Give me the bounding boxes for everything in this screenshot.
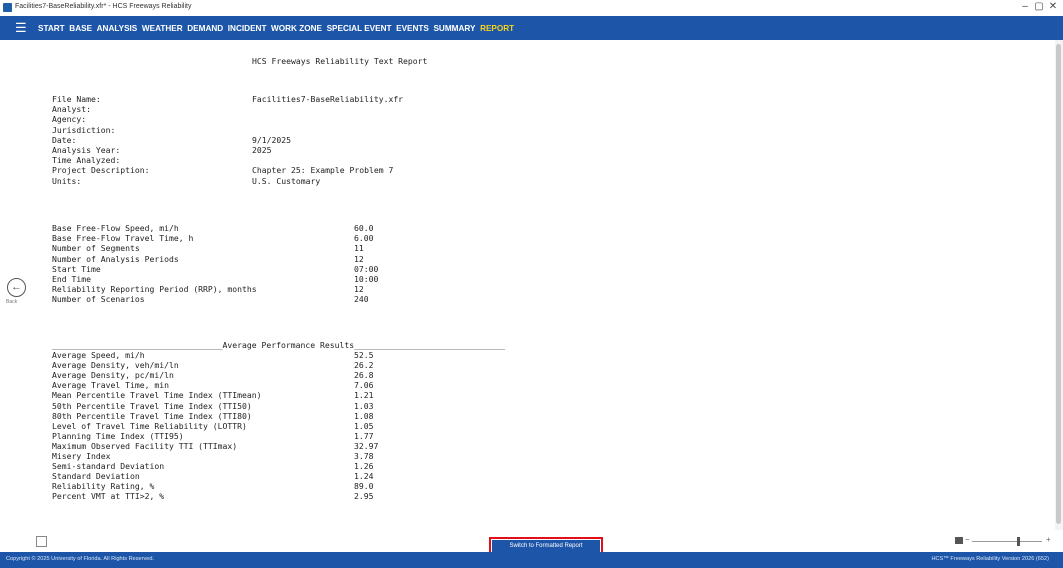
result-label: Reliability Rating, %: [52, 481, 155, 492]
menu-analysis[interactable]: ANALYSIS: [97, 24, 138, 33]
param-value: 60.0: [354, 223, 374, 233]
menu-base[interactable]: BASE: [69, 24, 92, 33]
result-label: Average Density, veh/mi/ln: [52, 360, 179, 371]
version-text: HCS™ Freeways Reliability Version 2026 (…: [931, 556, 1049, 562]
menu-items: START BASE ANALYSIS WEATHER DEMAND INCID…: [38, 16, 519, 40]
param-value: 12: [354, 284, 364, 295]
menu-work-zone[interactable]: WORK ZONE: [271, 24, 322, 33]
zoom-out-icon[interactable]: −: [965, 535, 970, 544]
result-value: 1.03: [354, 400, 374, 411]
copyright-text: Copyright © 2025 University of Florida. …: [6, 556, 155, 562]
result-label: Semi-standard Deviation: [52, 461, 165, 472]
zoom-slider[interactable]: [972, 541, 1042, 542]
result-value: 1.26: [354, 461, 374, 472]
scrollbar-thumb[interactable]: [1056, 44, 1061, 524]
menu-special-event[interactable]: SPECIAL EVENT: [327, 24, 392, 33]
param-label: Number of Segments: [52, 243, 140, 254]
app-icon: [3, 3, 12, 12]
result-value: 1.21: [354, 390, 374, 401]
menu-weather[interactable]: WEATHER: [142, 24, 183, 33]
maximize-button[interactable]: ▢: [1032, 1, 1046, 12]
result-label: Average Travel Time, min: [52, 380, 169, 391]
report-title: HCS Freeways Reliability Text Report: [252, 56, 428, 66]
info-label: Agency:: [52, 114, 87, 125]
back-label: Back: [6, 299, 18, 305]
result-value: 1.05: [354, 420, 374, 431]
param-label: End Time: [52, 274, 91, 284]
menu-summary[interactable]: SUMMARY: [433, 24, 475, 33]
menu-report[interactable]: REPORT: [480, 24, 514, 33]
result-label: Percent VMT at TTI>2, %: [52, 491, 165, 502]
result-label: Maximum Observed Facility TTI (TTImax): [52, 440, 238, 451]
menu-incident[interactable]: INCIDENT: [228, 24, 267, 33]
result-label: 50th Percentile Travel Time Index (TTI50…: [52, 400, 252, 411]
vertical-scrollbar[interactable]: [1055, 40, 1063, 530]
back-arrow-icon[interactable]: ←: [7, 278, 26, 297]
zoom-slider-handle[interactable]: [1017, 537, 1020, 546]
title-bar: Facilities7-BaseReliability.xfr* - HCS F…: [0, 0, 1063, 16]
result-label: Planning Time Index (TTI95): [52, 430, 184, 441]
param-value: 12: [354, 253, 364, 264]
menu-start[interactable]: START: [38, 24, 65, 33]
result-value: 32.97: [354, 440, 379, 451]
status-bar: Copyright © 2025 University of Florida. …: [0, 552, 1063, 568]
result-label: Mean Percentile Travel Time Index (TTIme…: [52, 390, 262, 401]
result-value: 89.0: [354, 481, 374, 492]
result-value: 1.77: [354, 430, 374, 441]
param-label: Base Free-Flow Speed, mi/h: [52, 223, 179, 233]
param-label: Number of Analysis Periods: [52, 253, 179, 264]
info-label: Time Analyzed:: [52, 155, 121, 166]
info-label: File Name:: [52, 94, 101, 104]
param-label: Base Free-Flow Travel Time, h: [52, 233, 194, 244]
result-value: 1.24: [354, 471, 374, 482]
window-title: Facilities7-BaseReliability.xfr* - HCS F…: [15, 3, 192, 10]
close-button[interactable]: ✕: [1046, 1, 1060, 12]
info-value: 9/1/2025: [252, 134, 291, 145]
result-label: Misery Index: [52, 451, 111, 461]
result-label: Average Density, pc/mi/ln: [52, 370, 174, 381]
param-value: 07:00: [354, 263, 379, 274]
results-header: ___________________________________Avera…: [52, 340, 506, 350]
switch-to-formatted-report-button[interactable]: Switch to Formatted Report: [489, 537, 603, 555]
info-label: Date:: [52, 134, 77, 145]
param-value: 6.00: [354, 233, 374, 244]
result-label: Standard Deviation: [52, 471, 140, 482]
info-value: Facilities7-BaseReliability.xfr: [252, 94, 404, 104]
result-label: Level of Travel Time Reliability (LOTTR): [52, 420, 247, 431]
result-label: Average Speed, mi/h: [52, 350, 145, 360]
param-value: 11: [354, 243, 364, 254]
result-label: 80th Percentile Travel Time Index (TTI80…: [52, 410, 252, 421]
result-value: 52.5: [354, 350, 374, 360]
param-label: Start Time: [52, 263, 101, 274]
zoom-page-icon[interactable]: [955, 537, 963, 544]
info-value: 2025: [252, 145, 272, 155]
info-label: Analyst:: [52, 104, 91, 115]
param-value: 240: [354, 294, 369, 305]
content-area: [0, 40, 1063, 552]
info-label: Units:: [52, 175, 82, 186]
info-label: Jurisdiction:: [52, 124, 116, 135]
param-label: Number of Scenarios: [52, 294, 145, 305]
info-value: U.S. Customary: [252, 175, 321, 186]
result-value: 26.8: [354, 370, 374, 381]
search-icon[interactable]: [36, 536, 47, 547]
info-label: Project Description:: [52, 165, 150, 176]
zoom-in-icon[interactable]: +: [1046, 535, 1051, 544]
info-value: Chapter 25: Example Problem 7: [252, 165, 394, 176]
param-value: 10:00: [354, 274, 379, 284]
result-value: 3.78: [354, 451, 374, 461]
menu-events[interactable]: EVENTS: [396, 24, 429, 33]
result-value: 26.2: [354, 360, 374, 371]
menu-demand[interactable]: DEMAND: [187, 24, 223, 33]
info-label: Analysis Year:: [52, 145, 121, 155]
result-value: 7.06: [354, 380, 374, 391]
result-value: 1.08: [354, 410, 374, 421]
minimize-button[interactable]: –: [1018, 1, 1032, 12]
param-label: Reliability Reporting Period (RRP), mont…: [52, 284, 257, 295]
main-menu-bar: ☰ START BASE ANALYSIS WEATHER DEMAND INC…: [0, 16, 1063, 40]
hamburger-menu-icon[interactable]: ☰: [15, 21, 27, 34]
result-value: 2.95: [354, 491, 374, 502]
